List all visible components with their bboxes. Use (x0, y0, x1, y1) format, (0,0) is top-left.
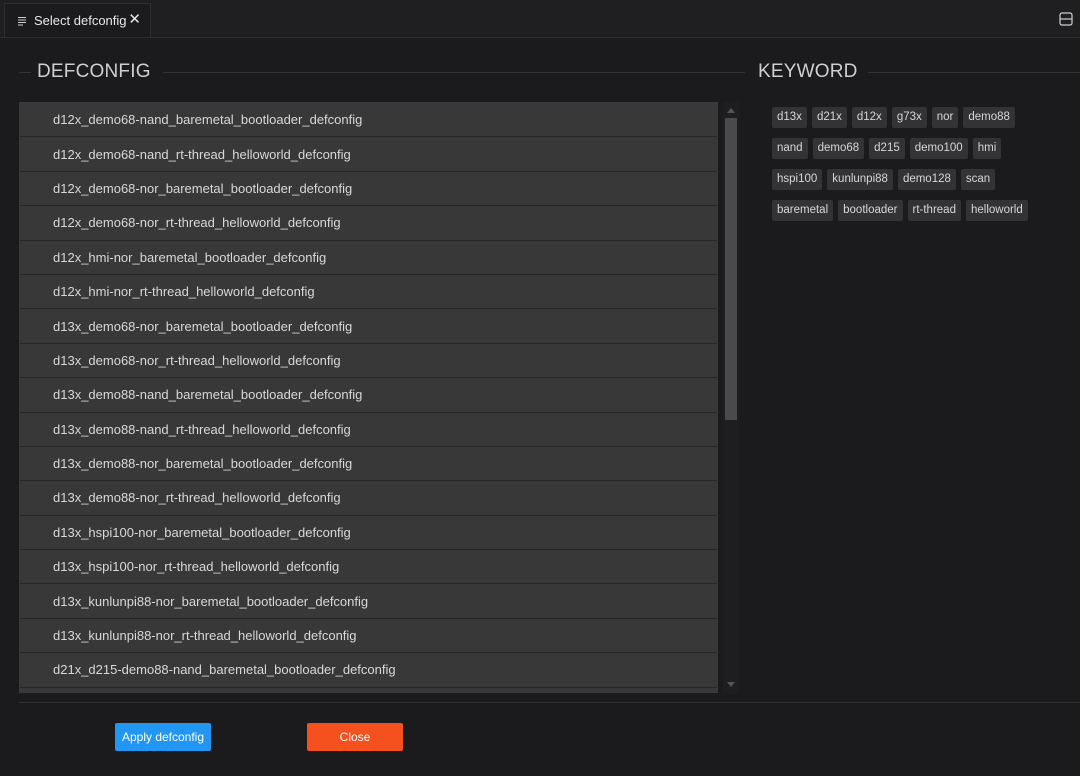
list-item[interactable]: d13x_hspi100-nor_baremetal_bootloader_de… (20, 515, 717, 551)
keyword-row: hspi100 kunlunpi88 demo128 scan (772, 169, 1072, 190)
list-file-icon (18, 16, 26, 25)
list-item[interactable]: d12x_demo68-nand_rt-thread_helloworld_de… (20, 137, 717, 172)
defconfig-heading: DEFCONFIG (37, 61, 151, 82)
keyword-tag[interactable]: d13x (772, 107, 807, 128)
keyword-heading: KEYWORD (758, 61, 858, 82)
apply-defconfig-button[interactable]: Apply defconfig (115, 723, 211, 751)
keyword-tag[interactable]: nand (772, 138, 808, 159)
keyword-tag[interactable]: bootloader (838, 200, 903, 221)
list-item[interactable]: d13x_demo68-nor_rt-thread_helloworld_def… (20, 343, 717, 379)
keyword-tag[interactable]: scan (960, 169, 996, 190)
scroll-thumb[interactable] (725, 118, 737, 420)
keyword-tag[interactable]: d12x (851, 107, 887, 128)
list-item[interactable]: d13x_kunlunpi88-nor_rt-thread_helloworld… (20, 618, 717, 654)
heading-divider (868, 72, 1080, 73)
defconfig-list[interactable]: d12x_demo68-nand_baremetal_bootloader_de… (19, 102, 718, 693)
list-item[interactable]: d13x_demo88-nor_baremetal_bootloader_def… (20, 446, 717, 482)
keyword-tag[interactable]: hmi (972, 138, 1002, 159)
heading-divider (163, 72, 745, 73)
tab-title: Select defconfig (34, 13, 127, 28)
list-item[interactable]: d12x_hmi-nor_baremetal_bootloader_defcon… (20, 240, 717, 275)
keyword-tag[interactable]: g73x (891, 107, 927, 128)
list-item[interactable]: d13x_hspi100-nor_rt-thread_helloworld_de… (20, 550, 717, 585)
keyword-tag[interactable]: demo100 (909, 138, 968, 159)
keyword-row: d13x d21x d12x g73x nor demo88 (772, 107, 1072, 128)
list-scrollbar[interactable] (723, 102, 739, 693)
tab-select-defconfig[interactable]: Select defconfig ✕ (4, 3, 151, 37)
tab-close-icon[interactable]: ✕ (128, 10, 141, 28)
keyword-tag[interactable]: kunlunpi88 (827, 169, 893, 190)
scroll-down-icon[interactable] (727, 682, 735, 687)
keyword-tag[interactable]: d21x (811, 107, 847, 128)
keyword-tag[interactable]: demo128 (897, 169, 956, 190)
list-item[interactable]: d13x_kunlunpi88-nor_baremetal_bootloader… (20, 584, 717, 619)
list-item[interactable]: d13x_demo68-nor_baremetal_bootloader_def… (20, 309, 717, 344)
keyword-tag[interactable]: demo68 (812, 138, 865, 159)
keyword-tag[interactable]: d215 (869, 138, 905, 159)
keyword-row: nand demo68 d215 demo100 hmi (772, 138, 1072, 159)
list-item[interactable]: d21x_d215-demo88-nand_baremetal_bootload… (20, 653, 717, 688)
split-editor-icon[interactable] (1059, 12, 1073, 26)
keyword-tag[interactable]: hspi100 (772, 169, 823, 190)
list-item[interactable] (20, 687, 717, 692)
keyword-tag[interactable]: baremetal (772, 200, 834, 221)
list-item[interactable]: d12x_hmi-nor_rt-thread_helloworld_defcon… (20, 274, 717, 310)
list-item[interactable]: d12x_demo68-nand_baremetal_bootloader_de… (20, 103, 717, 138)
tab-bar: Select defconfig ✕ (0, 0, 1080, 38)
list-item[interactable]: d13x_demo88-nor_rt-thread_helloworld_def… (20, 481, 717, 516)
list-item[interactable]: d12x_demo68-nor_baremetal_bootloader_def… (20, 171, 717, 207)
list-item[interactable]: d12x_demo68-nor_rt-thread_helloworld_def… (20, 206, 717, 241)
scroll-up-icon[interactable] (727, 108, 735, 113)
keyword-tag[interactable]: helloworld (965, 200, 1028, 221)
keyword-tag[interactable]: rt-thread (907, 200, 961, 221)
footer-divider (19, 702, 1080, 703)
keyword-row: baremetal bootloader rt-thread helloworl… (772, 200, 1072, 221)
keyword-tags: d13x d21x d12x g73x nor demo88 nand demo… (772, 107, 1072, 231)
list-item[interactable]: d13x_demo88-nand_baremetal_bootloader_de… (20, 378, 717, 413)
heading-divider (19, 72, 31, 73)
keyword-tag[interactable]: nor (931, 107, 959, 128)
close-button[interactable]: Close (307, 723, 403, 751)
keyword-tag[interactable]: demo88 (963, 107, 1015, 128)
list-item[interactable]: d13x_demo88-nand_rt-thread_helloworld_de… (20, 412, 717, 447)
